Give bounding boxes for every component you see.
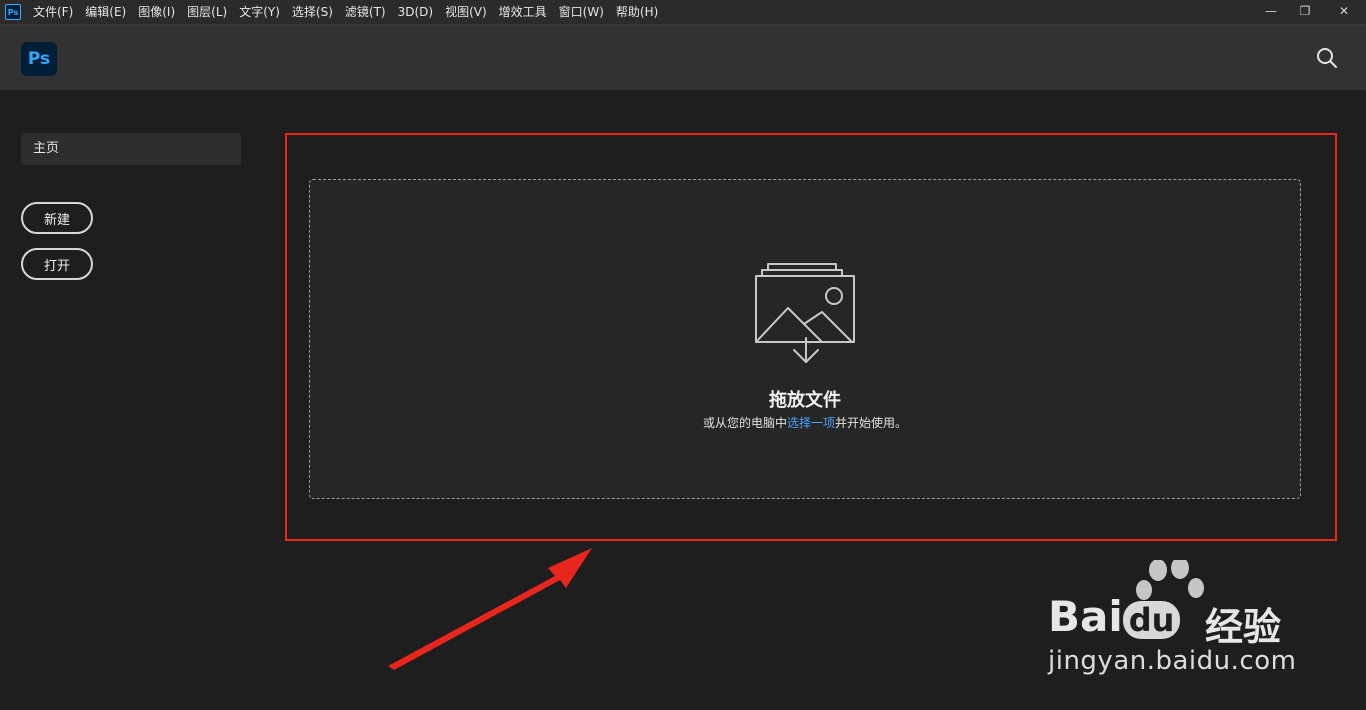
image-drop-icon (755, 263, 855, 363)
select-item-link[interactable]: 选择一项 (787, 416, 835, 430)
menu-plugins[interactable]: 增效工具 (493, 0, 553, 24)
new-button[interactable]: 新建 (21, 202, 93, 234)
menu-view[interactable]: 视图(V) (439, 0, 493, 24)
subtitle-suffix: 并开始使用。 (835, 416, 908, 430)
baidu-watermark-url: jingyan.baidu.com (1048, 646, 1297, 676)
menu-bar: Ps 文件(F) 编辑(E) 图像(I) 图层(L) 文字(Y) 选择(S) 滤… (0, 0, 1366, 24)
menu-image[interactable]: 图像(I) (132, 0, 181, 24)
home-header: Ps (0, 24, 1366, 90)
menu-filter[interactable]: 滤镜(T) (339, 0, 392, 24)
menu-window[interactable]: 窗口(W) (553, 0, 610, 24)
sidebar-item-home[interactable]: 主页 (21, 133, 241, 165)
restore-button[interactable]: ❐ (1288, 1, 1322, 21)
menu-3d[interactable]: 3D(D) (392, 0, 439, 24)
close-button[interactable]: ✕ (1322, 1, 1366, 21)
photoshop-app-icon[interactable]: Ps (5, 4, 21, 20)
menu-layer[interactable]: 图层(L) (181, 0, 233, 24)
baidu-brand-jingyan: 经验 (1205, 605, 1282, 649)
open-button[interactable]: 打开 (21, 248, 93, 280)
photoshop-logo[interactable]: Ps (21, 42, 57, 76)
menu-file[interactable]: 文件(F) (33, 0, 79, 24)
file-drop-zone[interactable]: 拖放文件 或从您的电脑中选择一项并开始使用。 (309, 179, 1301, 499)
window-controls: — ❐ ✕ (1254, 0, 1366, 22)
drop-files-subtitle: 或从您的电脑中选择一项并开始使用。 (310, 414, 1300, 431)
drop-files-title: 拖放文件 (769, 390, 841, 411)
minimize-button[interactable]: — (1254, 1, 1288, 21)
menu-select[interactable]: 选择(S) (286, 0, 339, 24)
menu-list: 文件(F) 编辑(E) 图像(I) 图层(L) 文字(Y) 选择(S) 滤镜(T… (33, 0, 664, 24)
subtitle-prefix: 或从您的电脑中 (702, 416, 787, 430)
red-arrow-annotation (388, 548, 592, 670)
search-icon[interactable] (1316, 47, 1338, 69)
menu-type[interactable]: 文字(Y) (233, 0, 286, 24)
baidu-brand-latin: Bai du (1048, 592, 1181, 641)
menu-help[interactable]: 帮助(H) (610, 0, 664, 24)
menu-edit[interactable]: 编辑(E) (79, 0, 132, 24)
